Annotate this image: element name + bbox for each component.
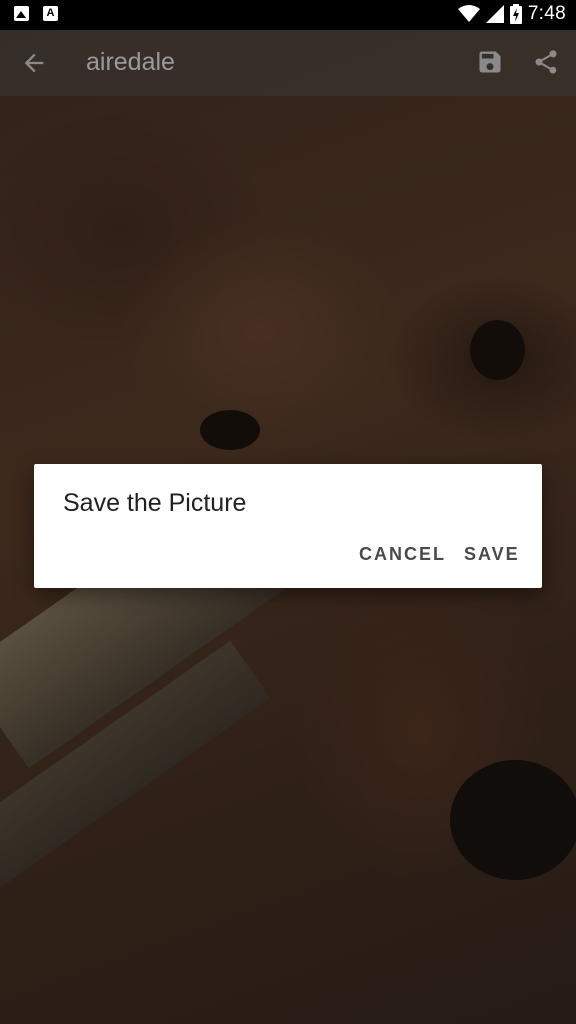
a-notification-icon: A [43,6,58,21]
page-title: airedale [86,48,175,76]
cellular-signal-icon [485,5,504,23]
battery-charging-icon [509,4,522,24]
dialog-title: Save the Picture [63,489,247,517]
wifi-icon [457,5,480,22]
image-notification-icon [14,6,29,21]
app-bar: airedale [0,30,576,96]
share-icon[interactable] [532,48,560,76]
save-icon[interactable] [476,48,504,76]
back-arrow-icon[interactable] [20,49,48,77]
status-time: 7:48 [527,3,566,24]
save-picture-dialog: Save the Picture CANCEL SAVE [34,464,542,588]
status-bar: A 7:48 [0,0,576,30]
save-button[interactable]: SAVE [464,544,520,565]
cancel-button[interactable]: CANCEL [359,544,446,565]
